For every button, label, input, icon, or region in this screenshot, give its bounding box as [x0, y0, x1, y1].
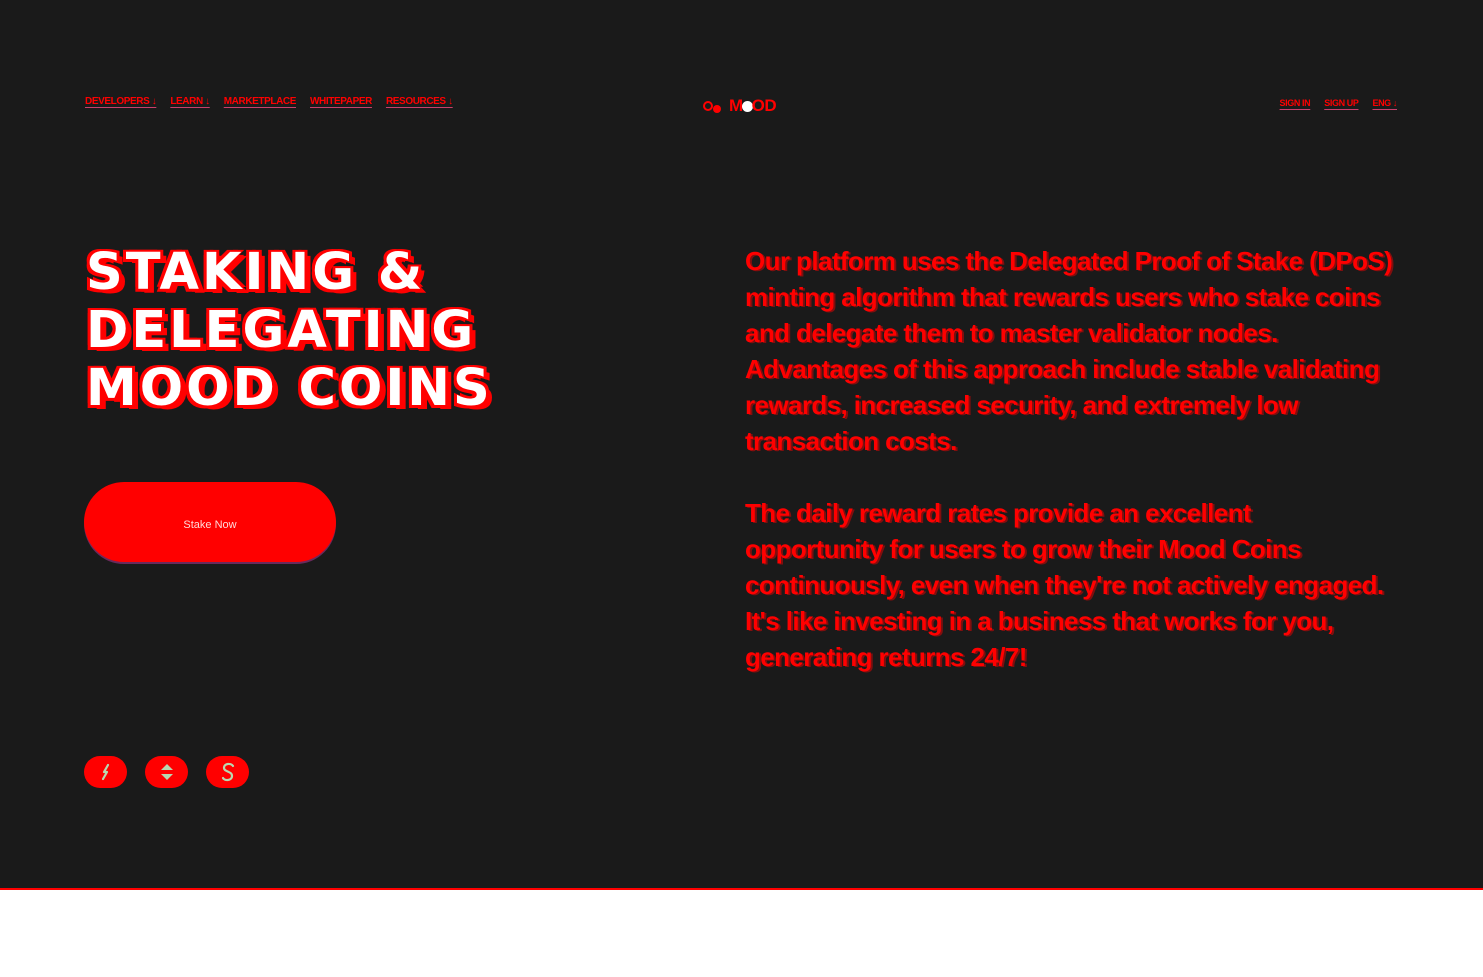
description-paragraph-2: The daily reward rates provide an excell…: [745, 498, 1384, 672]
description: Our platform uses the Delegated Proof of…: [745, 243, 1395, 711]
nav-resources[interactable]: RESOURCES ↓: [386, 96, 453, 107]
discord-icon: [221, 762, 234, 782]
logo-text: M OD: [729, 96, 777, 115]
staking-page: DEVELOPERS ↓ LEARN ↓ MARKETPLACE WHITEPA…: [0, 0, 1483, 890]
nav-marketplace[interactable]: MARKETPLACE: [224, 96, 297, 107]
sign-in-link[interactable]: SIGN IN: [1280, 98, 1311, 108]
twitter-icon: [160, 764, 173, 780]
social-links: [84, 756, 249, 788]
telegram-link[interactable]: [84, 756, 127, 788]
page-title: STAKING & DELEGATING MOOD COINS: [86, 244, 493, 418]
nav-whitepaper[interactable]: WHITEPAPER: [310, 96, 372, 107]
discord-link[interactable]: [206, 756, 249, 788]
description-paragraph-1: Our platform uses the Delegated Proof of…: [745, 246, 1393, 456]
main-nav: DEVELOPERS ↓ LEARN ↓ MARKETPLACE WHITEPA…: [85, 96, 453, 107]
title-line-1: STAKING &: [86, 243, 426, 302]
logo[interactable]: M OD: [703, 96, 777, 116]
stake-now-button[interactable]: Stake Now: [84, 482, 336, 562]
language-selector[interactable]: ENG ↓: [1372, 98, 1397, 108]
nav-learn[interactable]: LEARN ↓: [170, 96, 210, 107]
title-line-3: MOOD COINS: [86, 359, 493, 418]
nav-developers[interactable]: DEVELOPERS ↓: [85, 96, 157, 107]
title-line-2: DELEGATING: [86, 301, 477, 360]
logo-icon: [703, 99, 725, 113]
sign-up-link[interactable]: SIGN UP: [1324, 98, 1359, 108]
telegram-icon: [101, 763, 109, 781]
account-nav: SIGN IN SIGN UP ENG ↓: [1280, 98, 1398, 108]
twitter-link[interactable]: [145, 756, 188, 788]
stake-now-label: Stake Now: [183, 519, 237, 531]
